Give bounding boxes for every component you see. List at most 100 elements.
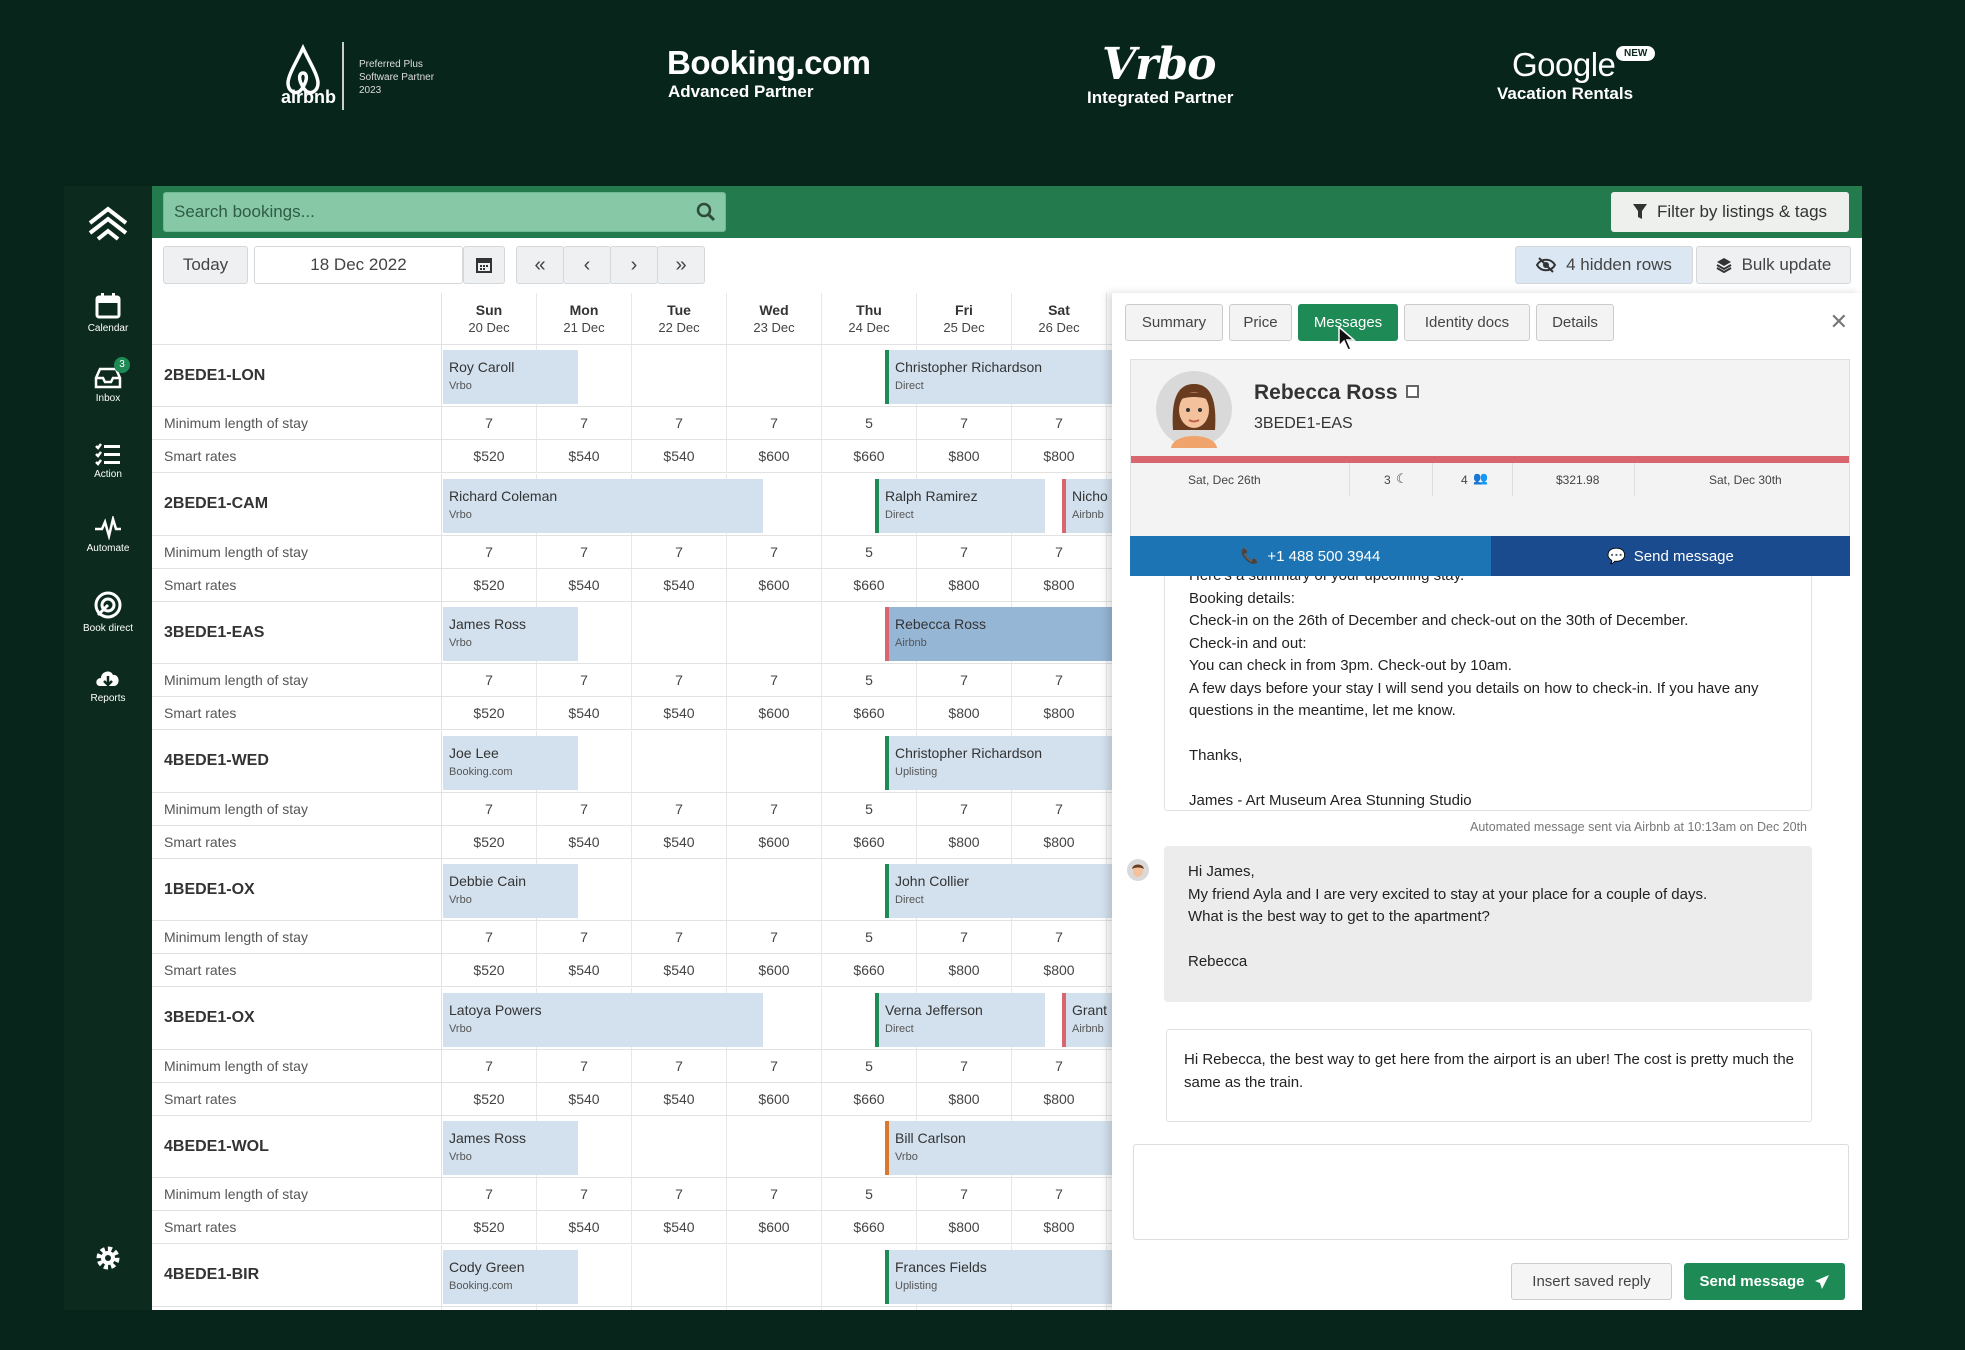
day-cell[interactable]	[727, 602, 822, 663]
tab-summary[interactable]: Summary	[1125, 304, 1223, 341]
property-name[interactable]: 4BEDE1-BIR	[152, 1244, 442, 1306]
booking-block[interactable]: Roy Caroll Vrbo	[443, 350, 578, 404]
rate-cell[interactable]: $540	[537, 954, 632, 986]
rate-cell[interactable]: $540	[537, 1082, 632, 1115]
booking-block[interactable]: Nicho Airbnb	[1062, 478, 1112, 533]
tab-details[interactable]: Details	[1536, 304, 1614, 341]
home-logo[interactable]	[64, 206, 152, 242]
sidebar-item-inbox[interactable]: 3 Inbox	[64, 357, 152, 404]
rate-cell[interactable]: $540	[537, 440, 632, 472]
rate-cell[interactable]: $600	[727, 440, 822, 472]
next-week-button[interactable]: »	[657, 246, 705, 284]
day-cell[interactable]	[632, 1244, 727, 1306]
rate-cell[interactable]: $800	[917, 568, 1012, 601]
min-stay-cell[interactable]: 7	[917, 792, 1012, 825]
rate-cell[interactable]: $800	[917, 954, 1012, 986]
booking-block[interactable]: Verna Jefferson Direct	[875, 992, 1045, 1047]
rate-cell[interactable]: $540	[632, 440, 727, 472]
min-stay-cell[interactable]: 7	[1012, 792, 1107, 825]
rate-cell[interactable]: $660	[822, 1211, 917, 1243]
rate-cell[interactable]: $540	[632, 568, 727, 601]
min-stay-cell[interactable]: 7	[1012, 921, 1107, 953]
min-stay-cell[interactable]: 5	[822, 1049, 917, 1082]
min-stay-cell[interactable]: 7	[537, 407, 632, 439]
booking-block[interactable]: Debbie Cain Vrbo	[443, 864, 578, 918]
filter-button[interactable]: Filter by listings & tags	[1611, 192, 1849, 232]
sidebar-item-book-direct[interactable]: Book direct	[64, 590, 152, 634]
date-field[interactable]: 18 Dec 2022	[254, 246, 463, 284]
day-cell[interactable]	[632, 345, 727, 406]
min-stay-cell[interactable]: 5	[822, 921, 917, 953]
min-stay-cell[interactable]: 5	[822, 1178, 917, 1210]
min-stay-cell[interactable]: 7	[442, 921, 537, 953]
min-stay-cell[interactable]: 5	[822, 792, 917, 825]
rate-cell[interactable]: $520	[442, 697, 537, 729]
rate-cell[interactable]: $800	[1012, 954, 1107, 986]
min-stay-cell[interactable]: 7	[917, 1178, 1012, 1210]
prev-week-button[interactable]: «	[516, 246, 564, 284]
rate-cell[interactable]: $800	[1012, 440, 1107, 472]
booking-block[interactable]: James Ross Vrbo	[443, 607, 578, 661]
rate-cell[interactable]: $540	[632, 954, 727, 986]
sidebar-item-calendar[interactable]: Calendar	[64, 292, 152, 334]
send-message-button[interactable]: Send message	[1684, 1263, 1845, 1300]
property-name[interactable]: 2BEDE1-LON	[152, 345, 442, 406]
booking-block[interactable]: John Collier Direct	[885, 864, 1112, 918]
min-stay-cell[interactable]: 7	[1012, 1178, 1107, 1210]
settings-button[interactable]	[64, 1244, 152, 1272]
rate-cell[interactable]: $800	[917, 440, 1012, 472]
min-stay-cell[interactable]: 5	[822, 664, 917, 696]
min-stay-cell[interactable]: 7	[727, 664, 822, 696]
property-name[interactable]: 4BEDE1-WOL	[152, 1116, 442, 1177]
min-stay-cell[interactable]: 7	[632, 921, 727, 953]
min-stay-cell[interactable]: 7	[537, 1306, 632, 1310]
property-name[interactable]: 1BEDE1-OX	[152, 859, 442, 920]
min-stay-cell[interactable]: 7	[632, 664, 727, 696]
min-stay-cell[interactable]: 7	[442, 1178, 537, 1210]
min-stay-cell[interactable]: 7	[917, 664, 1012, 696]
min-stay-cell[interactable]: 7	[917, 1049, 1012, 1082]
date-picker-button[interactable]	[463, 246, 505, 284]
rate-cell[interactable]: $800	[917, 697, 1012, 729]
min-stay-cell[interactable]: 7	[1012, 1306, 1107, 1310]
min-stay-cell[interactable]: 7	[727, 921, 822, 953]
min-stay-cell[interactable]: 7	[442, 535, 537, 568]
rate-cell[interactable]: $800	[1012, 568, 1107, 601]
min-stay-cell[interactable]: 7	[442, 792, 537, 825]
booking-block[interactable]: Cody Green Booking.com	[443, 1249, 578, 1304]
min-stay-cell[interactable]: 7	[917, 921, 1012, 953]
external-link-icon[interactable]	[1406, 385, 1419, 398]
min-stay-cell[interactable]: 7	[442, 664, 537, 696]
min-stay-cell[interactable]: 7	[537, 535, 632, 568]
rate-cell[interactable]: $520	[442, 568, 537, 601]
rate-cell[interactable]: $800	[917, 1082, 1012, 1115]
rate-cell[interactable]: $540	[537, 568, 632, 601]
rate-cell[interactable]: $520	[442, 440, 537, 472]
day-cell[interactable]	[727, 1116, 822, 1177]
min-stay-cell[interactable]: 7	[632, 535, 727, 568]
min-stay-cell[interactable]: 7	[537, 792, 632, 825]
sidebar-item-automate[interactable]: Automate	[64, 516, 152, 554]
today-button[interactable]: Today	[163, 246, 248, 284]
bulk-update-button[interactable]: Bulk update	[1696, 246, 1851, 284]
rate-cell[interactable]: $520	[442, 954, 537, 986]
rate-cell[interactable]: $800	[917, 825, 1012, 858]
booking-block[interactable]: Grant Airbnb	[1062, 992, 1112, 1047]
min-stay-cell[interactable]: 7	[727, 1178, 822, 1210]
rate-cell[interactable]: $540	[632, 1211, 727, 1243]
min-stay-cell[interactable]: 7	[727, 407, 822, 439]
rate-cell[interactable]: $600	[727, 1082, 822, 1115]
day-cell[interactable]	[727, 859, 822, 920]
rate-cell[interactable]: $660	[822, 1082, 917, 1115]
rate-cell[interactable]: $600	[727, 954, 822, 986]
rate-cell[interactable]: $540	[537, 697, 632, 729]
property-name[interactable]: 2BEDE1-CAM	[152, 473, 442, 535]
booking-block[interactable]: Christopher Richardson Direct	[885, 350, 1112, 404]
min-stay-cell[interactable]: 7	[917, 535, 1012, 568]
rate-cell[interactable]: $800	[917, 1211, 1012, 1243]
tab-price[interactable]: Price	[1229, 304, 1292, 341]
rate-cell[interactable]: $540	[632, 1082, 727, 1115]
min-stay-cell[interactable]: 7	[727, 1306, 822, 1310]
booking-block[interactable]: Rebecca Ross Airbnb	[885, 607, 1112, 661]
property-name[interactable]: 4BEDE1-WED	[152, 730, 442, 792]
